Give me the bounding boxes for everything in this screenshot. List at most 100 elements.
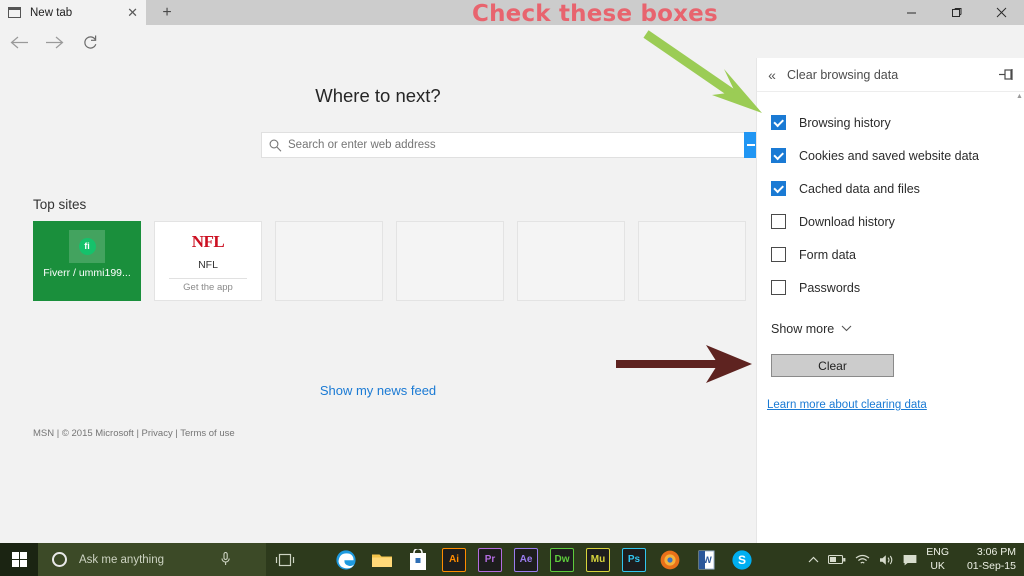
show-hidden-icons-button[interactable] xyxy=(808,556,819,564)
battery-icon[interactable] xyxy=(828,554,846,565)
search-icon xyxy=(262,139,288,152)
top-sites-heading: Top sites xyxy=(33,197,86,212)
new-tab-page: Where to next? Top sites fi Fiverr / umm… xyxy=(0,58,756,543)
checkbox-row-download-history[interactable]: Download history xyxy=(771,205,1024,238)
svg-text:W: W xyxy=(703,555,712,565)
address-bar[interactable] xyxy=(261,132,756,158)
checkbox-label: Form data xyxy=(799,248,856,262)
close-window-button[interactable] xyxy=(979,0,1024,25)
taskbar-app-icons: Ai Pr Ae Dw Mu Ps W S xyxy=(334,543,754,576)
taskbar-app-after-effects[interactable]: Ae xyxy=(514,548,538,572)
svg-text:S: S xyxy=(738,553,746,567)
panel-title: Clear browsing data xyxy=(787,68,898,82)
fiverr-badge-icon: fi xyxy=(69,230,105,263)
refresh-button[interactable] xyxy=(79,31,101,53)
taskbar-app-skype[interactable]: S xyxy=(730,548,754,572)
checkbox-row-form-data[interactable]: Form data xyxy=(771,238,1024,271)
checkbox-label: Cached data and files xyxy=(799,182,920,196)
show-more-label: Show more xyxy=(771,322,834,336)
checkbox-row-browsing-history[interactable]: Browsing history xyxy=(771,106,1024,139)
language-line-2: UK xyxy=(930,560,945,572)
chevron-down-icon xyxy=(841,324,852,335)
divider xyxy=(169,278,247,279)
panel-scrollbar[interactable]: ▲ xyxy=(1016,93,1023,543)
task-view-button[interactable] xyxy=(266,543,304,576)
tile-empty[interactable] xyxy=(517,221,625,301)
checkbox[interactable] xyxy=(771,214,786,229)
navigation-bar: ••• xyxy=(0,25,1024,58)
taskbar-app-firefox[interactable] xyxy=(658,548,682,572)
screen: New tab ✕ + xyxy=(0,0,1024,576)
tile-empty[interactable] xyxy=(396,221,504,301)
tab-new-tab[interactable]: New tab ✕ xyxy=(0,0,146,25)
checkbox-row-passwords[interactable]: Passwords xyxy=(771,271,1024,304)
start-button[interactable] xyxy=(0,543,38,576)
cortana-icon xyxy=(52,552,67,567)
search-input[interactable] xyxy=(288,133,755,157)
panel-header: « Clear browsing data xyxy=(757,58,1024,92)
checkbox[interactable] xyxy=(771,181,786,196)
taskbar: Ask me anything Ai Pr Ae Dw Mu Ps xyxy=(0,543,1024,576)
taskbar-app-illustrator[interactable]: Ai xyxy=(442,548,466,572)
language-indicator[interactable]: ENG UK xyxy=(926,546,949,572)
checkbox[interactable] xyxy=(771,280,786,295)
minimize-button[interactable] xyxy=(889,0,934,25)
wifi-icon[interactable] xyxy=(855,554,870,566)
taskbar-app-edge[interactable] xyxy=(334,548,358,572)
tile-label: NFL xyxy=(155,259,261,271)
tile-empty[interactable] xyxy=(275,221,383,301)
learn-more-link[interactable]: Learn more about clearing data xyxy=(767,399,927,411)
checkbox[interactable] xyxy=(771,247,786,262)
checkbox[interactable] xyxy=(771,115,786,130)
cortana-placeholder: Ask me anything xyxy=(79,554,164,566)
page-footer: MSN | © 2015 Microsoft | Privacy | Terms… xyxy=(33,428,235,439)
language-line-1: ENG xyxy=(926,546,949,558)
tile-label: Fiverr / ummi199... xyxy=(33,267,141,279)
checkbox-row-cookies[interactable]: Cookies and saved website data xyxy=(771,139,1024,172)
back-button[interactable] xyxy=(8,31,30,53)
clock-time: 3:06 PM xyxy=(977,546,1016,558)
clear-browsing-data-panel: « Clear browsing data Browsing history C… xyxy=(756,58,1024,543)
nfl-logo: NFL xyxy=(155,232,261,252)
new-tab-button[interactable]: + xyxy=(152,0,182,25)
taskbar-app-dreamweaver[interactable]: Dw xyxy=(550,548,574,572)
clear-button[interactable]: Clear xyxy=(771,354,894,377)
taskbar-app-file-explorer[interactable] xyxy=(370,548,394,572)
clock[interactable]: 3:06 PM 01-Sep-15 xyxy=(958,546,1016,572)
taskbar-app-photoshop[interactable]: Ps xyxy=(622,548,646,572)
tab-title: New tab xyxy=(30,7,125,19)
pin-icon[interactable] xyxy=(998,68,1014,82)
show-news-feed-link[interactable]: Show my news feed xyxy=(0,383,756,398)
tile-empty[interactable] xyxy=(638,221,746,301)
checkbox-label: Browsing history xyxy=(799,116,891,130)
get-the-app-link[interactable]: Get the app xyxy=(155,282,261,293)
fiverr-glyph: fi xyxy=(84,242,90,251)
clock-date: 01-Sep-15 xyxy=(967,560,1016,572)
taskbar-app-word[interactable]: W xyxy=(694,548,718,572)
volume-icon[interactable] xyxy=(879,554,894,566)
scroll-up-arrow-icon[interactable]: ▲ xyxy=(1016,93,1023,100)
show-more-button[interactable]: Show more xyxy=(771,322,1024,336)
cortana-search-box[interactable]: Ask me anything xyxy=(38,543,266,576)
tile-nfl[interactable]: NFL NFL Get the app xyxy=(154,221,262,301)
maximize-button[interactable] xyxy=(934,0,979,25)
checkbox-label: Cookies and saved website data xyxy=(799,149,979,163)
microphone-icon[interactable] xyxy=(221,552,230,569)
forward-button[interactable] xyxy=(43,31,65,53)
taskbar-app-muse[interactable]: Mu xyxy=(586,548,610,572)
checkbox[interactable] xyxy=(771,148,786,163)
tab-close-icon[interactable]: ✕ xyxy=(125,6,140,19)
checkbox-row-cached-data[interactable]: Cached data and files xyxy=(771,172,1024,205)
checkbox-label: Passwords xyxy=(799,281,860,295)
action-center-icon[interactable] xyxy=(903,554,917,566)
taskbar-app-premiere[interactable]: Pr xyxy=(478,548,502,572)
page-title: Where to next? xyxy=(0,85,756,107)
tab-favicon-icon xyxy=(8,7,21,18)
checkbox-label: Download history xyxy=(799,215,895,229)
tile-fiverr[interactable]: fi Fiverr / ummi199... xyxy=(33,221,141,301)
top-sites-tiles: fi Fiverr / ummi199... NFL NFL Get the a… xyxy=(33,221,746,301)
back-chevron-icon[interactable]: « xyxy=(757,67,787,83)
system-tray: ENG UK 3:06 PM 01-Sep-15 xyxy=(808,543,1024,576)
taskbar-app-store[interactable] xyxy=(406,548,430,572)
window-controls xyxy=(889,0,1024,25)
